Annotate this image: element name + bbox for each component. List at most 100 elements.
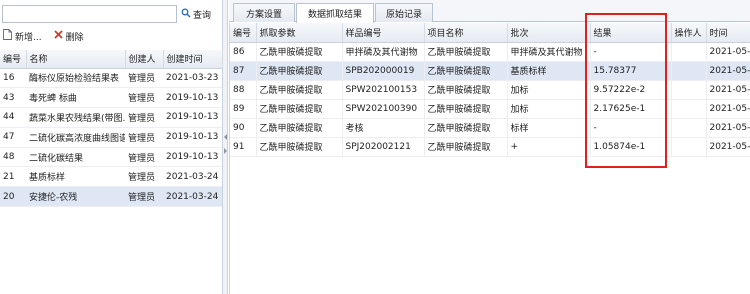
- new-button-label: 新增...: [15, 32, 42, 43]
- table-row[interactable]: 89 乙酰甲胺磷提取 SPW202100390 乙酰甲胺磷提取 加标 2.176…: [230, 99, 750, 119]
- cell-creator: 管理员: [125, 107, 163, 128]
- pane-splitter[interactable]: [223, 0, 228, 294]
- table-row-selected[interactable]: 20 安捷伦-农残 管理员 2021-03-24 ...: [0, 186, 222, 208]
- cell-creator: 管理员: [125, 87, 163, 109]
- column-header-operator[interactable]: 操作人: [671, 23, 707, 43]
- cell-created-time: 2021-03-24 ...: [163, 166, 222, 188]
- cell-result: 1.05874e-1: [590, 137, 672, 157]
- cell-created-time: 2021-03-24 ...: [163, 186, 222, 208]
- tab-strip: 方案设置 数据抓取结果 原始记录: [229, 0, 750, 23]
- table-row[interactable]: 43 毒死蜱 标曲 管理员 2019-10-13 ...: [0, 87, 222, 109]
- cell-name: 蔬菜水果农残结果(带图...: [26, 107, 125, 128]
- cell-batch: 加标: [507, 99, 591, 119]
- table-row[interactable]: 16 酶标仪原始检验结果表 管理员 2021-03-23 ...: [0, 68, 222, 89]
- cell-result: 15.78377: [590, 61, 672, 81]
- cell-project-name: 乙酰甲胺磷提取: [424, 80, 508, 100]
- cell-id: 21: [0, 166, 26, 188]
- cell-operator: [671, 42, 707, 62]
- cell-creator: 管理员: [125, 127, 163, 148]
- cell-time: 2021-05-2...: [706, 137, 750, 157]
- search-input[interactable]: [2, 5, 177, 23]
- cell-capture-param: 乙酰甲胺磷提取: [256, 137, 343, 157]
- delete-button[interactable]: 删除: [53, 30, 84, 43]
- cell-name: 酶标仪原始检验结果表: [26, 68, 125, 89]
- column-header-result[interactable]: 结果: [590, 23, 672, 43]
- main-grid-header: 编号 抓取参数 样品编号 项目名称 批次 结果 操作人 时间: [230, 23, 750, 43]
- cell-operator: [671, 118, 707, 138]
- cell-result: 2.17625e-1: [590, 99, 672, 119]
- table-row-selected[interactable]: 87 乙酰甲胺磷提取 SPB202000019 乙酰甲胺磷提取 基质标样 15.…: [230, 61, 750, 81]
- cell-result: -: [590, 42, 672, 62]
- cell-time: 2021-05-2...: [706, 99, 750, 119]
- tab-data-capture-results[interactable]: 数据抓取结果: [296, 3, 374, 23]
- data-capture-grid-container: 编号 抓取参数 样品编号 项目名称 批次 结果 操作人 时间 86 乙酰甲胺磷提…: [229, 23, 750, 294]
- template-list-grid: 编号 名称 创建人 创建时间 16 酶标仪原始检验结果表 管理员 2021-03…: [0, 50, 223, 208]
- cell-name: 基质标样: [26, 166, 125, 188]
- cell-sample-no: SPW202100153: [342, 80, 425, 100]
- cell-capture-param: 乙酰甲胺磷提取: [256, 80, 343, 100]
- right-pane: 方案设置 数据抓取结果 原始记录 编号 抓取参数 样品编号 项目名称 批次 结果: [229, 0, 750, 294]
- cell-id: 48: [0, 147, 26, 168]
- cell-id: 47: [0, 127, 26, 148]
- tab-label: 数据抓取结果: [307, 10, 362, 20]
- cell-name: 毒死蜱 标曲: [26, 87, 125, 109]
- cell-operator: [671, 61, 707, 81]
- column-header-capture-param[interactable]: 抓取参数: [256, 23, 343, 43]
- column-header-name[interactable]: 名称: [26, 50, 126, 69]
- cell-time: 2021-05-2...: [706, 80, 750, 100]
- splitter-handle[interactable]: [223, 124, 228, 164]
- new-document-icon: [3, 29, 12, 43]
- cell-operator: [671, 80, 707, 100]
- cell-id: 20: [0, 186, 26, 208]
- cell-sample-no: SPB202000019: [342, 61, 425, 81]
- cell-created-time: 2019-10-13 ...: [163, 147, 222, 168]
- delete-x-icon: [53, 30, 63, 42]
- cell-project-name: 乙酰甲胺磷提取: [424, 99, 508, 119]
- delete-button-label: 删除: [65, 32, 84, 43]
- table-row[interactable]: 44 蔬菜水果农残结果(带图... 管理员 2019-10-13 ...: [0, 107, 222, 128]
- column-header-creator[interactable]: 创建人: [125, 50, 164, 69]
- column-header-sample-no[interactable]: 样品编号: [342, 23, 425, 43]
- tab-scheme-settings[interactable]: 方案设置: [233, 3, 295, 22]
- column-header-project-name[interactable]: 项目名称: [424, 23, 508, 43]
- cell-name: 二硫化碳结果: [26, 147, 125, 168]
- expand-right-arrow-icon[interactable]: [224, 148, 227, 154]
- table-row[interactable]: 88 乙酰甲胺磷提取 SPW202100153 乙酰甲胺磷提取 加标 9.572…: [230, 80, 750, 100]
- table-row[interactable]: 86 乙酰甲胺磷提取 甲拌磷及其代谢物 乙酰甲胺磷提取 甲拌磷及其代谢物 - 2…: [230, 42, 750, 62]
- table-row[interactable]: 47 二硫化碳高浓度曲线图谱 管理员 2019-10-13 ...: [0, 127, 222, 148]
- column-header-id[interactable]: 编号: [0, 50, 27, 69]
- search-icon: [181, 8, 191, 21]
- collapse-left-arrow-icon[interactable]: [224, 134, 227, 140]
- cell-creator: 管理员: [125, 186, 163, 208]
- cell-creator: 管理员: [125, 166, 163, 188]
- tab-label: 方案设置: [245, 9, 282, 20]
- cell-id: 44: [0, 107, 26, 128]
- left-toolbar: 新增... 删除: [0, 26, 223, 46]
- cell-created-time: 2019-10-13 ...: [163, 107, 222, 128]
- new-button[interactable]: 新增...: [3, 29, 42, 43]
- cell-created-time: 2021-03-23 ...: [163, 68, 222, 89]
- cell-operator: [671, 137, 707, 157]
- table-row[interactable]: 91 乙酰甲胺磷提取 SPJ202002121 乙酰甲胺磷提取 + 1.0587…: [230, 137, 750, 157]
- cell-sample-no: SPJ202002121: [342, 137, 425, 157]
- cell-created-time: 2019-10-13 ...: [163, 127, 222, 148]
- cell-created-time: 2019-10-13 ...: [163, 87, 222, 109]
- column-header-batch[interactable]: 批次: [507, 23, 591, 43]
- cell-id: 91: [230, 137, 257, 157]
- cell-sample-no: 甲拌磷及其代谢物: [342, 42, 425, 62]
- table-row[interactable]: 90 乙酰甲胺磷提取 考核 乙酰甲胺磷提取 标样 - 2021-05-2...: [230, 118, 750, 138]
- cell-id: 43: [0, 87, 26, 109]
- column-header-created-time[interactable]: 创建时间: [163, 50, 223, 69]
- tab-label: 原始记录: [385, 9, 422, 20]
- column-header-time[interactable]: 时间: [706, 23, 750, 43]
- table-row[interactable]: 48 二硫化碳结果 管理员 2019-10-13 ...: [0, 147, 222, 168]
- cell-name: 安捷伦-农残: [26, 186, 125, 208]
- cell-batch: 甲拌磷及其代谢物: [507, 42, 591, 62]
- tab-raw-records[interactable]: 原始记录: [375, 3, 433, 22]
- search-button[interactable]: 查询: [181, 5, 223, 23]
- search-bar: 查询: [0, 5, 223, 24]
- cell-operator: [671, 99, 707, 119]
- column-header-id[interactable]: 编号: [230, 23, 257, 43]
- cell-creator: 管理员: [125, 68, 163, 89]
- table-row[interactable]: 21 基质标样 管理员 2021-03-24 ...: [0, 166, 222, 188]
